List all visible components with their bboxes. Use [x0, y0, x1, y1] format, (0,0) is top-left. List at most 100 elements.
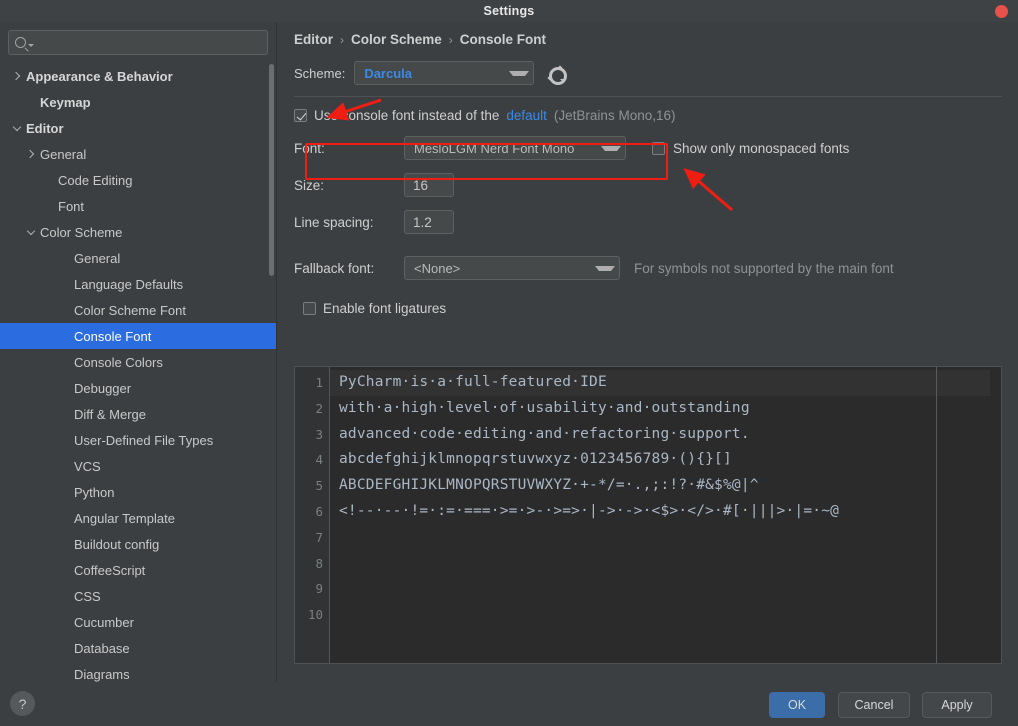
sidebar-item-console-colors[interactable]: Console Colors — [0, 349, 276, 375]
chevron-right-icon[interactable] — [22, 149, 40, 159]
sidebar-item-color-scheme[interactable]: Color Scheme — [0, 219, 276, 245]
sidebar-item-label: Console Font — [74, 328, 152, 344]
sidebar-item-cucumber[interactable]: Cucumber — [0, 609, 276, 635]
ok-button[interactable]: OK — [769, 692, 825, 718]
sidebar-item-language-defaults[interactable]: Language Defaults — [0, 271, 276, 297]
sidebar-item-general[interactable]: General — [0, 141, 276, 167]
sidebar-scrollbar-thumb[interactable] — [269, 64, 274, 276]
font-label: Font: — [294, 140, 325, 156]
fallback-font-label: Fallback font: — [294, 260, 375, 276]
sidebar-search-wrap — [0, 22, 276, 61]
sidebar-item-label: Diagrams — [74, 666, 130, 682]
breadcrumb-separator-icon: › — [448, 32, 453, 47]
sidebar-item-label: User-Defined File Types — [74, 432, 214, 448]
preview-line-number: 1 — [315, 375, 323, 390]
use-console-font-checkbox[interactable] — [294, 109, 307, 122]
help-button[interactable]: ? — [10, 691, 35, 716]
fallback-font-hint: For symbols not supported by the main fo… — [634, 260, 894, 276]
sidebar-item-label: Python — [74, 484, 115, 500]
line-spacing-label: Line spacing: — [294, 214, 374, 230]
sidebar-item-css[interactable]: CSS — [0, 583, 276, 609]
breadcrumb-console-font[interactable]: Console Font — [460, 32, 546, 47]
use-console-font-label: Use console font instead of the — [314, 108, 500, 123]
sidebar-item-color-scheme-font[interactable]: Color Scheme Font — [0, 297, 276, 323]
preview-code-area[interactable]: PyCharm·is·a·full-featured·IDE with·a·hig… — [330, 367, 1001, 663]
sidebar-item-keymap[interactable]: Keymap — [0, 89, 276, 115]
breadcrumb-editor[interactable]: Editor — [294, 32, 333, 47]
default-font-link[interactable]: default — [506, 108, 547, 123]
preview-line-number: 9 — [315, 581, 323, 597]
search-icon — [15, 37, 26, 48]
preview-line-number: 8 — [315, 555, 323, 571]
font-value: MesloLGM Nerd Font Mono — [414, 140, 575, 156]
sidebar-item-label: Language Defaults — [74, 276, 184, 292]
line-spacing-input[interactable]: 1.2 — [404, 210, 454, 234]
search-input[interactable] — [39, 35, 261, 50]
preview-line-number: 2 — [315, 400, 323, 416]
preview-line-number-gutter: 1 2 3 4 5 6 7 8 9 10 — [295, 367, 330, 663]
chevron-down-icon[interactable] — [583, 265, 615, 271]
preview-scrollbar[interactable] — [990, 367, 1001, 663]
default-font-info: (JetBrains Mono,16) — [553, 108, 676, 123]
sidebar-item-vcs[interactable]: VCS — [0, 453, 276, 479]
sidebar-item-label: Angular Template — [74, 510, 175, 526]
sidebar-item-buildout-config[interactable]: Buildout config — [0, 531, 276, 557]
search-box[interactable] — [8, 30, 268, 55]
cancel-button[interactable]: Cancel — [838, 692, 910, 718]
preview-line-number: 3 — [315, 426, 323, 442]
fallback-font-select[interactable]: <None> — [404, 256, 620, 280]
dialog-footer: ? OK Cancel Apply https://blog.csdn.net/… — [0, 682, 1018, 726]
sidebar-item-label: Keymap — [40, 94, 91, 110]
sidebar-item-coffeescript[interactable]: CoffeeScript — [0, 557, 276, 583]
font-row: Font: MesloLGM Nerd Font Mono Show only … — [278, 136, 1018, 160]
settings-sidebar: Appearance & Behavior Keymap Editor General… — [0, 22, 277, 682]
sidebar-item-database[interactable]: Database — [0, 635, 276, 661]
sidebar-item-label: Diff & Merge — [74, 406, 147, 422]
sidebar-item-diff-merge[interactable]: Diff & Merge — [0, 401, 276, 427]
sidebar-item-label: Color Scheme Font — [74, 302, 186, 318]
sidebar-item-angular-template[interactable]: Angular Template — [0, 505, 276, 531]
sidebar-item-python[interactable]: Python — [0, 479, 276, 505]
sidebar-item-label: CSS — [74, 588, 101, 604]
preview-code-line: <!--·--·!=·:=·===·>=·>-·>=>·|->·->·<$>·<… — [339, 502, 840, 519]
preview-code-line: with·a·high·level·of·usability·and·outst… — [339, 399, 750, 416]
search-dropdown-caret-icon[interactable] — [28, 43, 34, 47]
size-input[interactable]: 16 — [404, 173, 454, 197]
scheme-value: Darcula — [364, 65, 413, 81]
chevron-down-icon[interactable] — [8, 122, 26, 133]
size-row: Size: 16 — [278, 173, 1018, 197]
line-spacing-row: Line spacing: 1.2 — [278, 210, 1018, 234]
show-monospaced-checkbox[interactable] — [652, 141, 665, 155]
preview-line-number: 4 — [315, 452, 323, 468]
chevron-down-icon[interactable] — [589, 145, 621, 151]
sidebar-item-general[interactable]: General — [0, 245, 276, 271]
chevron-down-icon[interactable] — [497, 70, 530, 76]
chevron-right-icon[interactable] — [8, 71, 26, 81]
gear-icon[interactable] — [547, 65, 568, 85]
scheme-row: Scheme: Darcula — [278, 47, 1018, 85]
font-preview-panel: 1 2 3 4 5 6 7 8 9 10 PyCharm·is·a·full-featured·I… — [294, 366, 1002, 664]
enable-ligatures-checkbox[interactable] — [303, 302, 316, 315]
sidebar-item-appearance-behavior[interactable]: Appearance & Behavior — [0, 63, 276, 89]
sidebar-item-code-editing[interactable]: Code Editing — [0, 167, 276, 193]
close-window-button[interactable] — [995, 5, 1008, 18]
sidebar-item-debugger[interactable]: Debugger — [0, 375, 276, 401]
font-select[interactable]: MesloLGM Nerd Font Mono — [404, 136, 626, 160]
preview-code-line: abcdefghijklmnopqrstuvwxyz·0123456789·()… — [339, 451, 732, 468]
sidebar-item-label: Database — [74, 640, 130, 656]
sidebar-item-user-defined-file-types[interactable]: User-Defined File Types — [0, 427, 276, 453]
breadcrumb-separator-icon: › — [340, 32, 344, 47]
preview-line-number: 6 — [315, 503, 323, 519]
enable-ligatures-label: Enable font ligatures — [323, 301, 447, 316]
sidebar-item-console-font[interactable]: Console Font — [0, 323, 276, 349]
chevron-down-icon[interactable] — [22, 226, 40, 237]
show-monospaced-label: Show only monospaced fonts — [673, 140, 850, 156]
preview-code-line: advanced·code·editing·and·refactoring·su… — [339, 425, 750, 442]
breadcrumb-color-scheme[interactable]: Color Scheme — [351, 32, 442, 47]
scheme-select[interactable]: Darcula — [354, 61, 535, 85]
fallback-font-value: <None> — [414, 260, 461, 276]
window-titlebar: Settings — [0, 0, 1018, 22]
sidebar-item-font[interactable]: Font — [0, 193, 276, 219]
sidebar-item-editor[interactable]: Editor — [0, 115, 276, 141]
apply-button[interactable]: Apply — [922, 692, 992, 718]
